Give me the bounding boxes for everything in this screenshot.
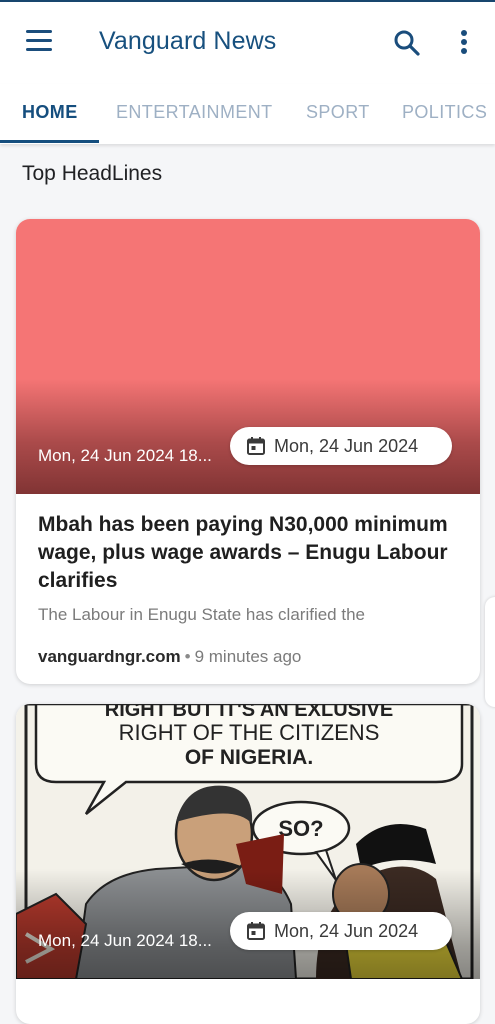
section-title: Top HeadLines bbox=[22, 162, 163, 185]
app-bar: Vanguard News bbox=[0, 0, 495, 84]
article-image: Mon, 24 Jun 2024 18... Mon, 24 Jun 2024 bbox=[16, 219, 480, 494]
cartoon-text-line-2: RIGHT OF THE CITIZENS bbox=[119, 720, 380, 745]
date-chip-label: Mon, 24 Jun 2024 bbox=[274, 436, 419, 456]
calendar-icon bbox=[247, 922, 265, 940]
cartoon-text-line-3: OF NIGERIA. bbox=[185, 746, 313, 769]
article-source: vanguardngr.com bbox=[38, 647, 181, 666]
article-card[interactable]: RIGHT BUT IT'S AN EXLUSIVE RIGHT OF THE … bbox=[16, 704, 480, 1024]
tab-sport[interactable]: SPORT bbox=[306, 102, 370, 123]
meta-separator: • bbox=[184, 647, 191, 666]
cartoon-text-so: SO? bbox=[278, 816, 323, 841]
edge-panel-handle[interactable] bbox=[485, 597, 495, 707]
article-card[interactable]: Mon, 24 Jun 2024 18... Mon, 24 Jun 2024 … bbox=[16, 219, 480, 684]
date-chip: Mon, 24 Jun 2024 bbox=[230, 427, 452, 465]
tab-entertainment[interactable]: ENTERTAINMENT bbox=[116, 102, 273, 123]
article-headline[interactable]: Mbah has been paying N30,000 minimum wag… bbox=[38, 511, 458, 595]
article-meta: vanguardngr.com • 9 minutes ago bbox=[38, 647, 301, 667]
calendar-icon bbox=[247, 437, 265, 455]
article-time-ago: 9 minutes ago bbox=[194, 647, 302, 666]
cartoon-text-line-1: RIGHT BUT IT'S AN EXLUSIVE bbox=[105, 704, 393, 721]
image-timestamp: Mon, 24 Jun 2024 18... bbox=[38, 931, 212, 950]
search-icon[interactable] bbox=[392, 28, 422, 58]
date-chip-label: Mon, 24 Jun 2024 bbox=[274, 921, 419, 941]
image-timestamp: Mon, 24 Jun 2024 18... bbox=[38, 446, 212, 465]
tab-home[interactable]: HOME bbox=[22, 102, 78, 123]
article-image-cartoon: RIGHT BUT IT'S AN EXLUSIVE RIGHT OF THE … bbox=[16, 704, 480, 979]
hamburger-menu-icon[interactable] bbox=[26, 30, 52, 52]
active-tab-indicator bbox=[0, 140, 99, 143]
article-snippet: The Labour in Enugu State has clarified … bbox=[38, 605, 365, 624]
category-tabs: HOME ENTERTAINMENT SPORT POLITICS bbox=[0, 84, 495, 144]
app-title: Vanguard News bbox=[99, 27, 277, 55]
tab-politics[interactable]: POLITICS bbox=[402, 102, 487, 123]
more-vertical-icon[interactable] bbox=[452, 28, 476, 58]
date-chip: Mon, 24 Jun 2024 bbox=[230, 912, 452, 950]
